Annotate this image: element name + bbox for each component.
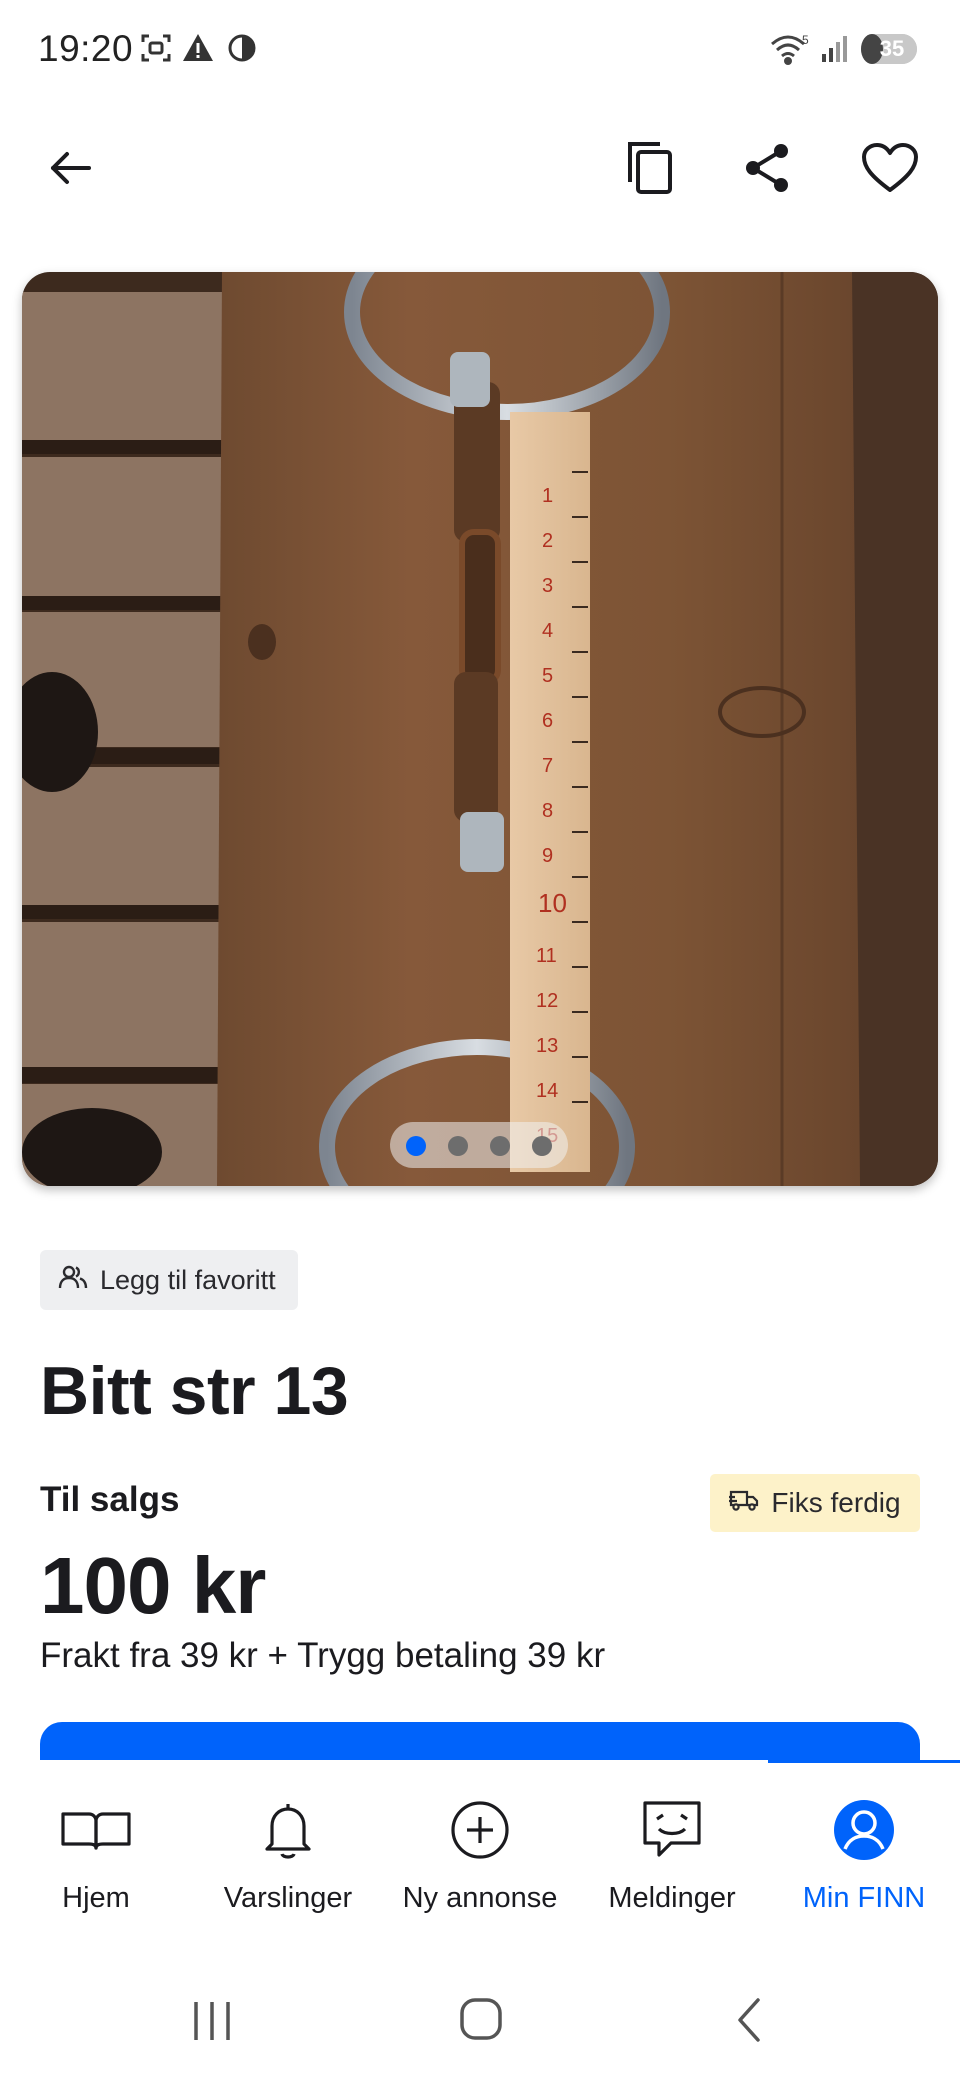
svg-text:10: 10 <box>538 888 567 918</box>
data-saver-icon <box>226 32 258 69</box>
svg-text:2: 2 <box>542 530 553 552</box>
add-favorite-label: Legg til favoritt <box>100 1264 276 1295</box>
home-icon[interactable] <box>458 1996 504 2047</box>
wifi-icon: 5 <box>768 32 812 73</box>
page-dot-1[interactable] <box>406 1136 426 1156</box>
nav-ny-annonse[interactable]: Ny annonse <box>384 1790 576 1940</box>
page-dot-2[interactable] <box>448 1136 468 1156</box>
nav-label-min-finn: Min FINN <box>802 1882 926 1914</box>
listing-price: 100 kr <box>40 1541 266 1630</box>
warning-icon <box>182 32 214 69</box>
battery-level: 35 <box>879 36 905 61</box>
status-bar: 19:20 5 35 <box>0 0 960 100</box>
profile-icon <box>768 1790 960 1870</box>
page-dot-4[interactable] <box>532 1136 552 1156</box>
arrow-left-icon <box>45 143 95 198</box>
svg-text:12: 12 <box>536 990 558 1012</box>
screenshot-icon <box>140 32 172 69</box>
page-dot-3[interactable] <box>490 1136 510 1156</box>
fiks-ferdig-label: Fiks ferdig <box>771 1487 901 1518</box>
add-favorite-chip[interactable]: Legg til favoritt <box>40 1250 298 1310</box>
nav-hjem[interactable]: Hjem <box>0 1790 192 1940</box>
nav-meldinger[interactable]: Meldinger <box>576 1790 768 1940</box>
listing-image[interactable]: 123 456 789 101112 131415 <box>22 272 938 1186</box>
shipping-info: Frakt fra 39 kr + Trygg betaling 39 kr <box>40 1636 606 1675</box>
svg-text:9: 9 <box>542 845 553 867</box>
nav-min-finn[interactable]: Min FINN <box>768 1790 960 1940</box>
gallery-pagination[interactable] <box>390 1122 568 1168</box>
svg-text:6: 6 <box>542 710 553 732</box>
nav-label-varslinger: Varslinger <box>223 1882 353 1914</box>
status-time: 19:20 <box>38 28 134 69</box>
nav-label-hjem: Hjem <box>62 1882 130 1914</box>
nav-varslinger[interactable]: Varslinger <box>192 1790 384 1940</box>
share-icon <box>741 141 795 200</box>
chat-icon <box>576 1790 768 1870</box>
nav-label-meldinger: Meldinger <box>608 1882 736 1914</box>
copy-link-button[interactable] <box>610 130 690 210</box>
svg-text:5: 5 <box>802 33 809 47</box>
recent-apps-icon[interactable] <box>190 1998 234 2049</box>
svg-text:1: 1 <box>542 485 553 507</box>
back-nav-icon[interactable] <box>730 1996 770 2049</box>
svg-text:4: 4 <box>542 620 553 642</box>
bell-icon <box>192 1790 384 1870</box>
svg-text:7: 7 <box>542 755 553 777</box>
heart-icon <box>861 142 919 199</box>
svg-text:13: 13 <box>536 1035 558 1057</box>
listing-title: Bitt str 13 <box>40 1353 349 1429</box>
back-button[interactable] <box>30 130 110 210</box>
svg-text:14: 14 <box>536 1080 558 1102</box>
delivery-truck-icon <box>727 1487 759 1519</box>
nav-label-ny-annonse: Ny annonse <box>402 1882 558 1914</box>
copy-icon <box>622 138 678 203</box>
svg-text:11: 11 <box>536 945 557 967</box>
share-button[interactable] <box>728 130 808 210</box>
sale-type-label: Til salgs <box>40 1480 180 1519</box>
svg-text:3: 3 <box>542 575 553 597</box>
svg-text:5: 5 <box>542 665 553 687</box>
svg-text:8: 8 <box>542 800 553 822</box>
fiks-ferdig-badge: Fiks ferdig <box>710 1474 920 1532</box>
people-icon <box>58 1264 88 1297</box>
signal-icon <box>820 32 850 69</box>
book-icon <box>0 1790 192 1870</box>
favorite-button[interactable] <box>850 130 930 210</box>
system-navigation-bar <box>0 1960 960 2080</box>
plus-circle-icon <box>384 1790 576 1870</box>
active-tab-indicator <box>768 1760 960 1763</box>
bit-photo: 123 456 789 101112 131415 <box>22 272 938 1186</box>
